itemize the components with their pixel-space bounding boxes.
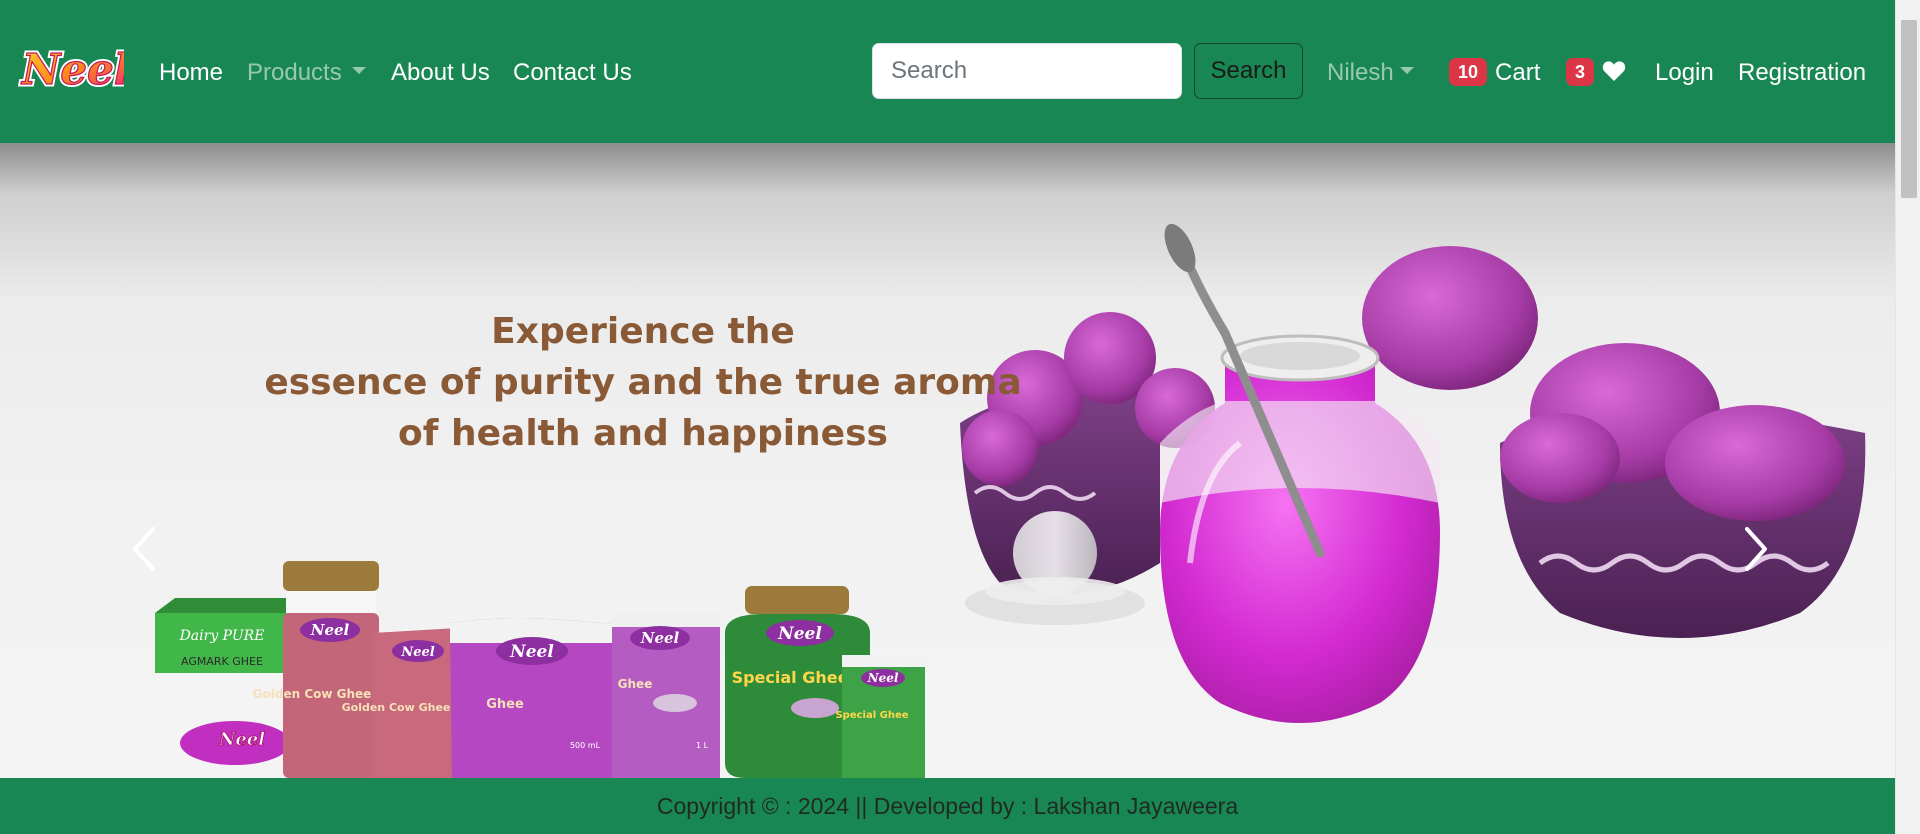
nav-products-dropdown[interactable]: Products bbox=[247, 58, 366, 88]
svg-text:Neel: Neel bbox=[867, 671, 899, 685]
svg-text:Ghee: Ghee bbox=[618, 677, 653, 691]
hero-headline-line-3: of health and happiness bbox=[398, 413, 888, 454]
svg-text:Special Ghee: Special Ghee bbox=[732, 668, 849, 687]
svg-text:Golden Cow Ghee: Golden Cow Ghee bbox=[342, 701, 451, 714]
product-lineup: Dairy PURE AGMARK GHEE Neel Neel Golden … bbox=[155, 561, 925, 778]
heart-icon bbox=[1602, 61, 1626, 81]
special-ghee-small-pouch: Neel Special Ghee bbox=[835, 655, 925, 778]
cart-count-badge: 10 bbox=[1449, 57, 1488, 86]
svg-text:Ghee: Ghee bbox=[486, 697, 524, 712]
hero-headline: Experience the essence of purity and the… bbox=[240, 306, 1046, 459]
svg-text:Neel: Neel bbox=[310, 621, 350, 639]
ghee-pack-500ml: Neel Ghee 500 mL bbox=[450, 618, 620, 778]
svg-text:Dairy PURE: Dairy PURE bbox=[179, 628, 265, 644]
svg-text:500 mL: 500 mL bbox=[570, 741, 601, 750]
brand-logo[interactable]: Neel Neel bbox=[18, 40, 133, 100]
scrollbar-thumb[interactable] bbox=[1901, 20, 1917, 198]
login-link[interactable]: Login bbox=[1655, 58, 1714, 88]
svg-text:Golden Cow Ghee: Golden Cow Ghee bbox=[253, 687, 372, 701]
wishlist-count-badge: 3 bbox=[1566, 57, 1595, 86]
nav-contact[interactable]: Contact Us bbox=[513, 58, 632, 88]
carousel-prev-button[interactable] bbox=[125, 519, 165, 579]
hero-headline-line-2: essence of purity and the true aroma bbox=[264, 362, 1022, 403]
nav-products-label: Products bbox=[247, 59, 342, 86]
nav-home[interactable]: Home bbox=[159, 58, 223, 88]
footer: Copyright © : 2024 || Developed by : Lak… bbox=[0, 778, 1895, 834]
hero-headline-line-1: Experience the bbox=[491, 311, 795, 352]
cart-label: Cart bbox=[1495, 59, 1541, 86]
hero-banner-image: Dairy PURE AGMARK GHEE Neel Neel Golden … bbox=[155, 223, 1866, 778]
wishlist-link[interactable]: 3 bbox=[1566, 57, 1626, 88]
navbar: Neel Neel Home Products About Us Contact… bbox=[0, 0, 1895, 143]
svg-text:1 L: 1 L bbox=[696, 741, 709, 750]
ghee-carton-1l: Neel Ghee 1 L bbox=[612, 613, 720, 778]
svg-text:Special Ghee: Special Ghee bbox=[835, 710, 908, 721]
user-menu-label: Nilesh bbox=[1327, 59, 1394, 86]
cart-link[interactable]: 10 Cart bbox=[1449, 57, 1541, 88]
search-input[interactable] bbox=[872, 43, 1182, 99]
carousel-next-button[interactable] bbox=[1735, 519, 1775, 579]
svg-text:Neel: Neel bbox=[777, 624, 822, 644]
user-menu-dropdown[interactable]: Nilesh bbox=[1327, 58, 1414, 88]
registration-link[interactable]: Registration bbox=[1738, 58, 1866, 88]
neel-logo-icon: Neel Neel bbox=[18, 43, 133, 97]
svg-text:AGMARK GHEE: AGMARK GHEE bbox=[181, 655, 263, 668]
caret-down-icon bbox=[1399, 67, 1414, 75]
svg-text:Neel: Neel bbox=[640, 629, 680, 647]
svg-text:Neel: Neel bbox=[400, 645, 434, 660]
nav-about[interactable]: About Us bbox=[391, 58, 490, 88]
caret-down-icon bbox=[351, 67, 366, 75]
chevron-left-icon bbox=[133, 527, 155, 571]
page-scrollbar[interactable] bbox=[1895, 0, 1920, 834]
svg-text:Neel: Neel bbox=[509, 642, 554, 662]
copyright-text: Copyright © : 2024 || Developed by : Lak… bbox=[656, 793, 1239, 819]
logo-text-overlay: Neel bbox=[20, 45, 124, 94]
search-button[interactable]: Search bbox=[1194, 43, 1303, 99]
chevron-right-icon bbox=[1745, 527, 1767, 571]
svg-text:Neel: Neel bbox=[218, 729, 265, 750]
hero-carousel: Dairy PURE AGMARK GHEE Neel Neel Golden … bbox=[0, 143, 1895, 778]
